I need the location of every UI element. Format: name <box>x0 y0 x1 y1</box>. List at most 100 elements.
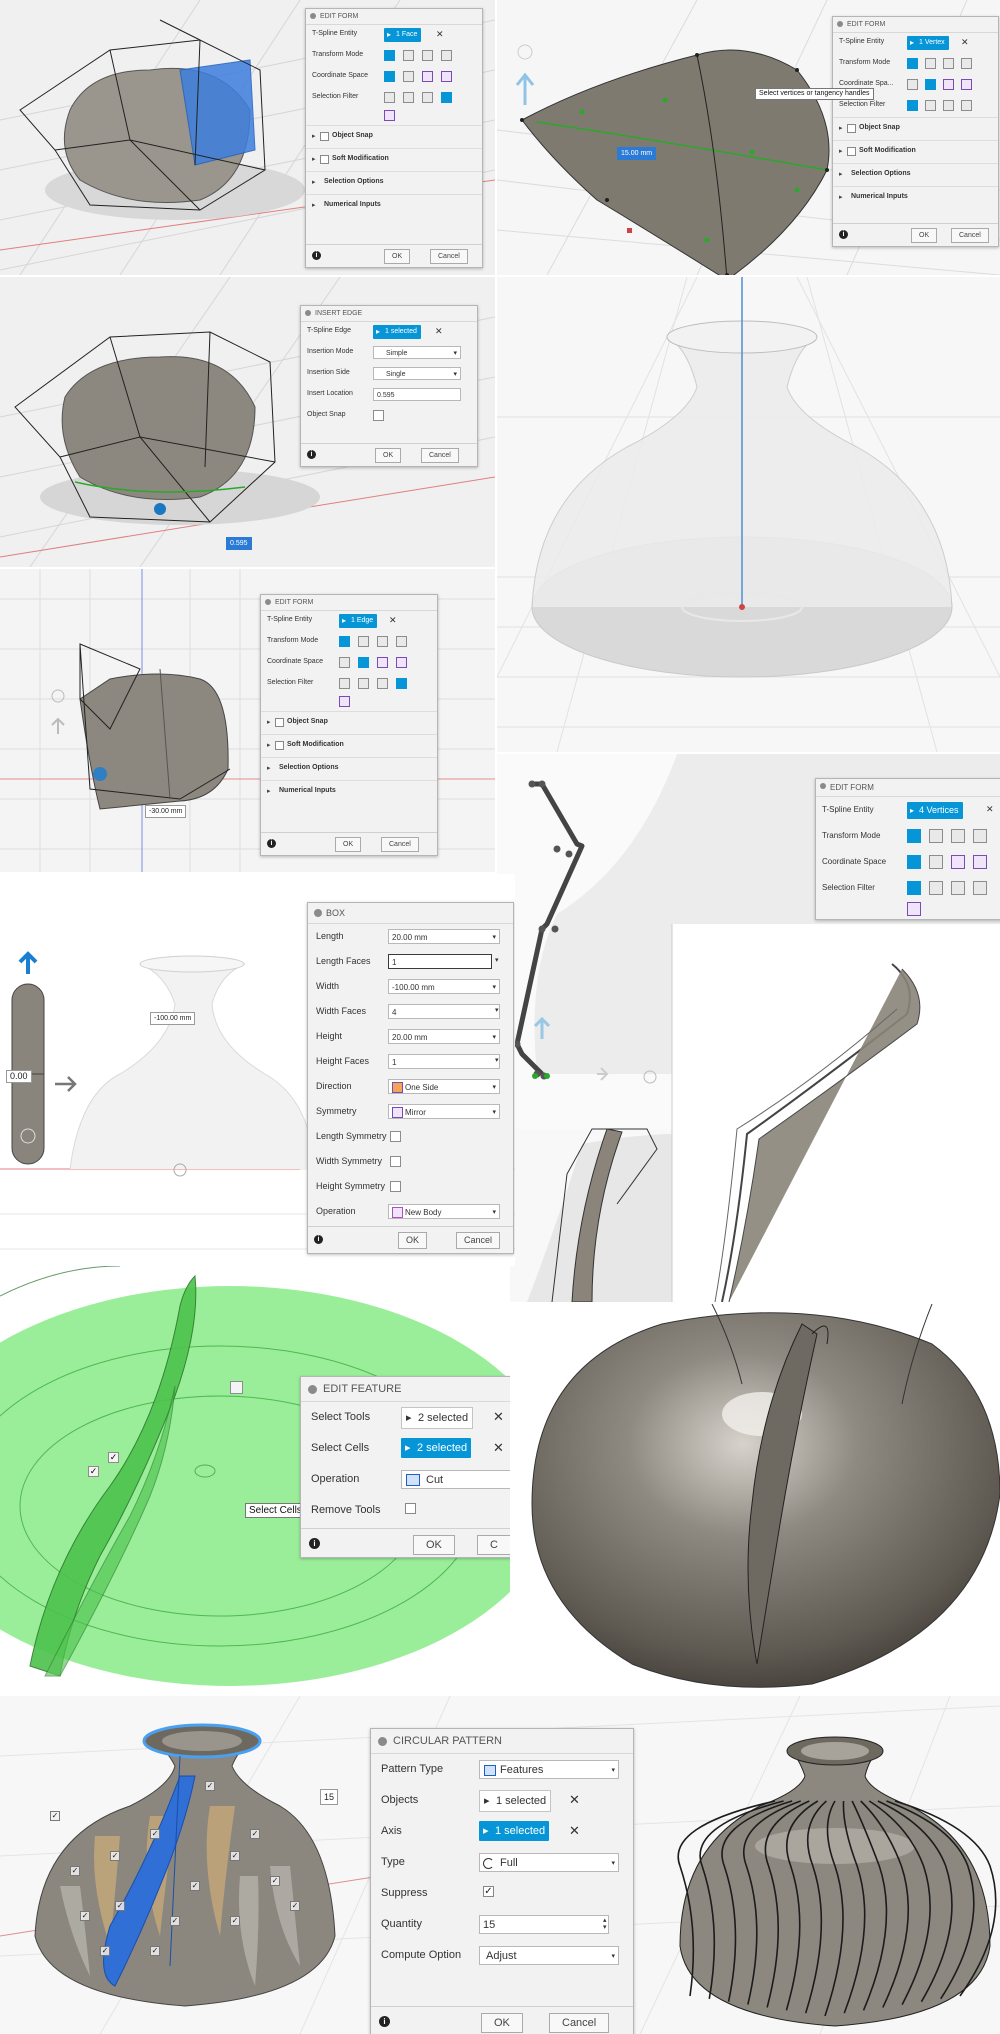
world-space-icon[interactable] <box>339 657 350 668</box>
parallel-space-icon[interactable] <box>961 79 972 90</box>
cancel-button[interactable]: Cancel <box>421 448 459 463</box>
clear-objects-icon[interactable]: ✕ <box>569 1792 580 1808</box>
parallel-space-icon[interactable] <box>973 855 987 869</box>
tspline-entity-selection[interactable]: 1 Vertex <box>907 36 949 50</box>
viewport-box[interactable]: -100.00 mm 0.00 BOX Length20.00 mmLength… <box>0 874 515 1266</box>
cancel-button[interactable]: Cancel <box>951 228 989 243</box>
objects-selection[interactable]: 1 selected <box>479 1790 552 1812</box>
vertex-filter-icon[interactable] <box>907 881 921 895</box>
insert-location-field[interactable]: 0.595 <box>373 388 461 401</box>
vertex-filter-icon[interactable] <box>907 100 918 111</box>
body-checkbox[interactable]: ✓ <box>115 1901 125 1911</box>
world-space-icon[interactable] <box>907 855 921 869</box>
select-cells-selection[interactable]: 2 selected <box>401 1438 472 1458</box>
insertion-mode-dropdown[interactable]: Simple <box>373 346 461 360</box>
info-icon[interactable]: i <box>839 230 848 239</box>
object-snap-checkbox[interactable] <box>320 132 329 141</box>
symmetry-checkbox[interactable] <box>390 1131 401 1142</box>
multi-transform-icon[interactable] <box>907 829 921 843</box>
viewport-edit-form-vertex[interactable]: 15.00 mm Select vertices or tangency han… <box>497 0 1000 275</box>
info-icon[interactable]: i <box>307 450 316 459</box>
view-space-icon[interactable] <box>929 855 943 869</box>
numerical-inputs-section[interactable]: Numerical Inputs <box>851 193 908 200</box>
parallel-space-icon[interactable] <box>441 71 452 82</box>
view-space-icon[interactable] <box>403 71 414 82</box>
box-param-field[interactable]: New Body <box>388 1204 500 1220</box>
box-param-field[interactable]: 1 <box>388 1054 500 1069</box>
body-checkbox[interactable]: ✓ <box>80 1911 90 1921</box>
selection-options-section[interactable]: Selection Options <box>279 764 339 771</box>
soft-modification-checkbox[interactable] <box>320 155 329 164</box>
clear-axis-icon[interactable]: ✕ <box>569 1823 580 1839</box>
face-filter-icon[interactable] <box>951 881 965 895</box>
box-param-field[interactable]: 20.00 mm <box>388 1029 500 1045</box>
clear-selection-icon[interactable]: ✕ <box>986 804 994 815</box>
cancel-button[interactable]: Cancel <box>549 2013 610 2033</box>
body-checkbox[interactable]: ✓ <box>50 1811 60 1821</box>
body-checkbox[interactable]: ✓ <box>230 1851 240 1861</box>
symmetry-checkbox[interactable] <box>390 1181 401 1192</box>
viewport-vase-cut[interactable] <box>512 1304 1000 1696</box>
tspline-entity-selection[interactable]: 4 Vertices <box>907 802 963 819</box>
dialog-collapse-icon[interactable] <box>305 310 311 316</box>
ok-button[interactable]: OK <box>911 228 938 243</box>
expand-icon[interactable]: ▸ <box>312 155 316 163</box>
box-param-field[interactable]: One Side <box>388 1079 500 1095</box>
all-filter-icon[interactable] <box>973 881 987 895</box>
all-filter-icon[interactable] <box>396 678 407 689</box>
body-checkbox[interactable]: ✓ <box>150 1829 160 1839</box>
translate-icon[interactable] <box>358 636 369 647</box>
expand-icon[interactable]: ▸ <box>267 764 271 772</box>
dialog-collapse-icon[interactable] <box>265 599 271 605</box>
dialog-collapse-icon[interactable] <box>308 1385 317 1394</box>
multi-transform-icon[interactable] <box>384 50 395 61</box>
info-icon[interactable]: i <box>312 251 321 260</box>
scale-icon[interactable] <box>973 829 987 843</box>
cancel-button[interactable]: C <box>477 1535 510 1555</box>
viewport-edit-form-face[interactable]: EDIT FORM T-Spline Entity 1 Face ✕ Transfo… <box>0 0 495 275</box>
clear-selection-icon[interactable]: ✕ <box>436 29 444 40</box>
body-checkbox[interactable]: ✓ <box>250 1829 260 1839</box>
expand-icon[interactable]: ▸ <box>267 741 271 749</box>
dialog-collapse-icon[interactable] <box>314 909 322 917</box>
spinner-icon[interactable]: ▾ <box>495 1056 499 1064</box>
cancel-button[interactable]: Cancel <box>430 249 468 264</box>
insertion-side-dropdown[interactable]: Single <box>373 367 461 381</box>
viewport-insert-edge[interactable]: 0.595 INSERT EDGE T-Spline Edge 1 selecte… <box>0 277 495 567</box>
box-param-field[interactable]: 1 <box>388 954 492 969</box>
rotate-icon[interactable] <box>377 636 388 647</box>
soft-modification-checkbox[interactable] <box>847 147 856 156</box>
vertex-filter-icon[interactable] <box>384 92 395 103</box>
dialog-collapse-icon[interactable] <box>820 783 826 789</box>
dialog-collapse-icon[interactable] <box>310 13 316 19</box>
body-checkbox[interactable]: ✓ <box>100 1946 110 1956</box>
info-icon[interactable]: i <box>379 2016 390 2027</box>
soft-modification-checkbox[interactable] <box>275 741 284 750</box>
edge-filter-icon[interactable] <box>403 92 414 103</box>
view-space-icon[interactable] <box>925 79 936 90</box>
vertex-filter-icon[interactable] <box>339 678 350 689</box>
body-filter-icon[interactable] <box>907 902 921 916</box>
scale-icon[interactable] <box>396 636 407 647</box>
cell-checkbox-checked[interactable]: ✓ <box>108 1452 119 1463</box>
scale-icon[interactable] <box>961 58 972 69</box>
rotate-icon[interactable] <box>422 50 433 61</box>
quantity-field[interactable]: 15 <box>479 1915 609 1934</box>
expand-icon[interactable]: ▸ <box>839 170 843 178</box>
edge-filter-icon[interactable] <box>358 678 369 689</box>
local-space-icon[interactable] <box>943 79 954 90</box>
viewport-vase-transparent[interactable] <box>497 277 1000 752</box>
body-checkbox[interactable]: ✓ <box>110 1851 120 1861</box>
box-param-field[interactable]: 20.00 mm <box>388 929 500 945</box>
body-checkbox[interactable]: ✓ <box>290 1901 300 1911</box>
select-tools-selection[interactable]: 2 selected <box>401 1407 474 1429</box>
expand-icon[interactable]: ▸ <box>312 178 316 186</box>
world-space-icon[interactable] <box>907 79 918 90</box>
clear-selection-icon[interactable]: ✕ <box>435 326 443 337</box>
multi-transform-icon[interactable] <box>907 58 918 69</box>
face-filter-icon[interactable] <box>943 100 954 111</box>
compute-option-dropdown[interactable]: Adjust <box>479 1946 619 1966</box>
selection-options-section[interactable]: Selection Options <box>851 170 911 177</box>
expand-icon[interactable]: ▸ <box>267 718 271 726</box>
object-snap-checkbox[interactable] <box>275 718 284 727</box>
